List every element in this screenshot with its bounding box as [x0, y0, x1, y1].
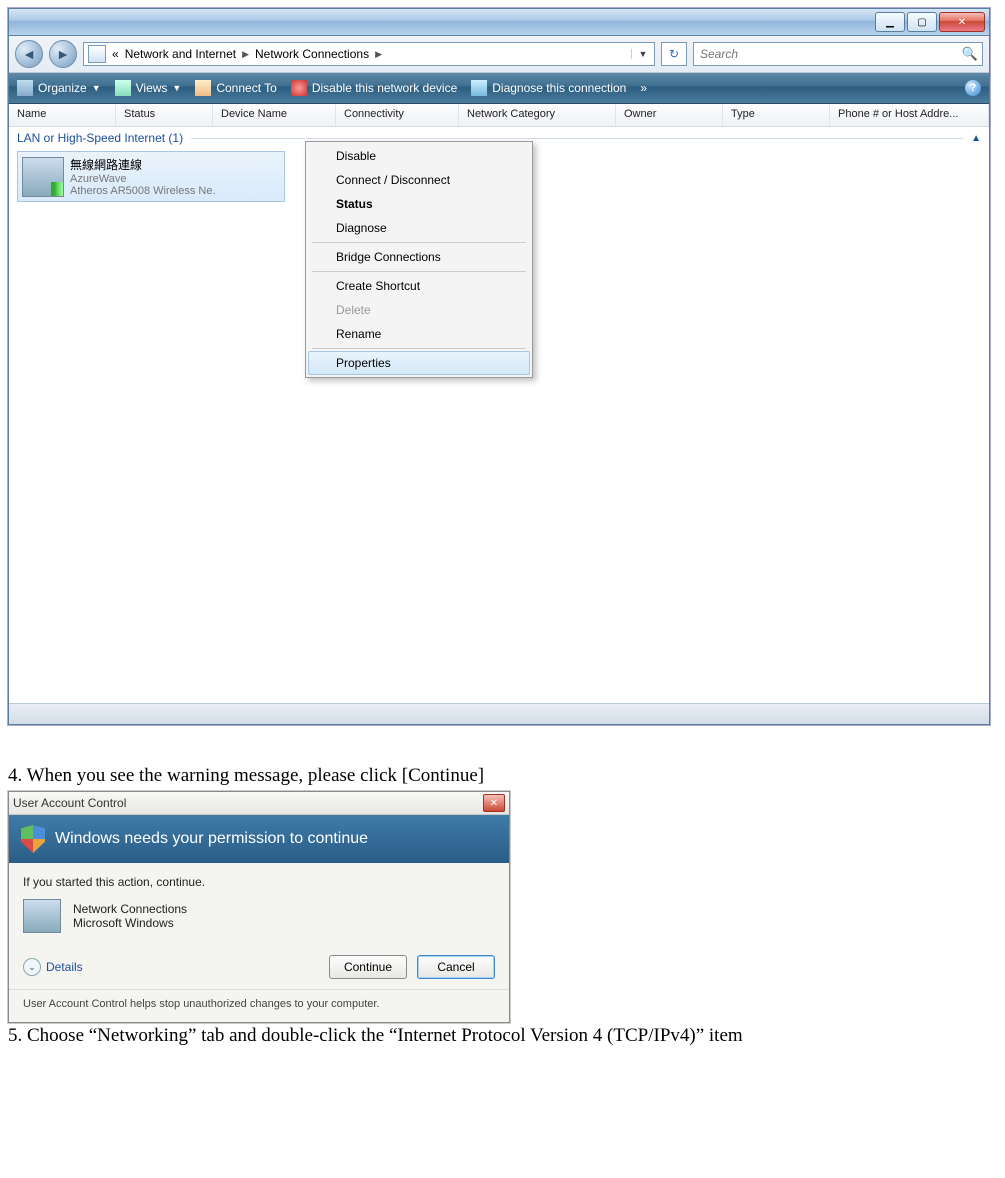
uac-banner-text: Windows needs your permission to continu…	[55, 830, 368, 848]
program-icon	[23, 899, 61, 933]
column-header[interactable]: Connectivity	[336, 104, 459, 126]
shield-icon	[21, 825, 45, 853]
cancel-button[interactable]: Cancel	[417, 955, 495, 979]
uac-titlebar: User Account Control ✕	[9, 792, 509, 815]
column-header[interactable]: Type	[723, 104, 830, 126]
search-icon[interactable]: 🔍	[962, 46, 978, 62]
views-icon	[115, 80, 131, 96]
views-menu[interactable]: Views ▼	[115, 80, 182, 96]
context-menu: Disable Connect / Disconnect Status Diag…	[305, 141, 533, 378]
location-icon	[88, 45, 106, 63]
disable-label: Disable this network device	[312, 81, 457, 95]
uac-footer: User Account Control helps stop unauthor…	[9, 989, 509, 1022]
ctx-connect-disconnect[interactable]: Connect / Disconnect	[308, 168, 530, 192]
back-button[interactable]: ◄	[15, 40, 43, 68]
titlebar: ▁ ▢ ✕	[9, 9, 989, 36]
organize-label: Organize	[38, 81, 87, 95]
ctx-separator	[312, 242, 526, 243]
chevron-right-icon[interactable]: ▶	[242, 49, 249, 60]
uac-program-name: Network Connections	[73, 902, 187, 916]
group-header-label: LAN or High-Speed Internet (1)	[17, 131, 183, 145]
ctx-disable[interactable]: Disable	[308, 144, 530, 168]
uac-details-toggle[interactable]: ⌄ Details	[23, 958, 83, 976]
uac-program-info: Network Connections Microsoft Windows	[23, 899, 495, 933]
address-bar[interactable]: « Network and Internet ▶ Network Connect…	[83, 42, 655, 66]
explorer-window: ▁ ▢ ✕ ◄ ► « Network and Internet ▶ Netwo…	[8, 8, 990, 725]
uac-instruction: If you started this action, continue.	[23, 875, 495, 889]
refresh-button[interactable]: ↻	[661, 42, 687, 66]
overflow-label: »	[640, 81, 647, 95]
connection-item[interactable]: 無線網路連線 AzureWave Atheros AR5008 Wireless…	[17, 151, 285, 202]
connect-icon	[195, 80, 211, 96]
ctx-create-shortcut[interactable]: Create Shortcut	[308, 274, 530, 298]
minimize-button[interactable]: ▁	[875, 12, 905, 32]
group-divider	[191, 138, 963, 139]
instruction-step-5: 5. Choose “Networking” tab and double-cl…	[8, 1025, 997, 1047]
continue-button[interactable]: Continue	[329, 955, 407, 979]
disable-device-button[interactable]: Disable this network device	[291, 80, 457, 96]
diagnose-icon	[471, 80, 487, 96]
chevron-down-icon: ⌄	[23, 958, 41, 976]
breadcrumb-item[interactable]: Network Connections	[255, 47, 369, 61]
address-dropdown-icon[interactable]: ▼	[631, 49, 650, 59]
connect-to-button[interactable]: Connect To	[195, 80, 277, 96]
uac-button-row: ⌄ Details Continue Cancel	[9, 945, 509, 989]
chevron-down-icon: ▼	[92, 83, 101, 93]
command-bar: Organize ▼ Views ▼ Connect To Disable th…	[9, 73, 989, 104]
column-header[interactable]: Network Category	[459, 104, 616, 126]
uac-dialog: User Account Control ✕ Windows needs you…	[8, 791, 510, 1023]
wireless-adapter-icon	[22, 157, 64, 197]
disable-icon	[291, 80, 307, 96]
chevron-right-icon[interactable]: ▶	[375, 49, 382, 60]
ctx-diagnose[interactable]: Diagnose	[308, 216, 530, 240]
connection-text: 無線網路連線 AzureWave Atheros AR5008 Wireless…	[70, 156, 216, 197]
connection-network: AzureWave	[70, 173, 216, 185]
ctx-properties[interactable]: Properties	[308, 351, 530, 375]
close-button[interactable]: ✕	[939, 12, 985, 32]
search-input[interactable]	[698, 46, 942, 62]
uac-body: If you started this action, continue. Ne…	[9, 863, 509, 945]
breadcrumb-item[interactable]: Network and Internet	[125, 47, 236, 61]
ctx-separator	[312, 271, 526, 272]
maximize-button[interactable]: ▢	[907, 12, 937, 32]
forward-button[interactable]: ►	[49, 40, 77, 68]
search-box[interactable]: 🔍	[693, 42, 983, 66]
ctx-delete: Delete	[308, 298, 530, 322]
content-area: LAN or High-Speed Internet (1) ▲ 無線網路連線 …	[9, 127, 989, 703]
breadcrumb-prefix: «	[112, 47, 119, 61]
uac-close-button[interactable]: ✕	[483, 794, 505, 812]
ctx-status[interactable]: Status	[308, 192, 530, 216]
status-bar	[9, 703, 989, 724]
connection-name: 無線網路連線	[70, 156, 216, 173]
ctx-separator	[312, 348, 526, 349]
overflow-button[interactable]: »	[640, 81, 647, 95]
diagnose-button[interactable]: Diagnose this connection	[471, 80, 626, 96]
column-header[interactable]: Status	[116, 104, 213, 126]
cancel-label: Cancel	[437, 960, 474, 974]
ctx-bridge[interactable]: Bridge Connections	[308, 245, 530, 269]
column-headers: Name Status Device Name Connectivity Net…	[9, 104, 989, 127]
organize-menu[interactable]: Organize ▼	[17, 80, 101, 96]
continue-label: Continue	[344, 960, 392, 974]
uac-title: User Account Control	[13, 796, 126, 810]
chevron-down-icon: ▼	[172, 83, 181, 93]
ctx-rename[interactable]: Rename	[308, 322, 530, 346]
column-header[interactable]: Phone # or Host Addre...	[830, 104, 989, 126]
diagnose-label: Diagnose this connection	[492, 81, 626, 95]
column-header[interactable]: Name	[9, 104, 116, 126]
help-button[interactable]: ?	[965, 80, 981, 96]
chevron-up-icon[interactable]: ▲	[971, 133, 981, 144]
uac-banner: Windows needs your permission to continu…	[9, 815, 509, 863]
uac-details-label: Details	[46, 960, 83, 974]
connect-to-label: Connect To	[216, 81, 277, 95]
address-row: ◄ ► « Network and Internet ▶ Network Con…	[9, 36, 989, 73]
column-header[interactable]: Device Name	[213, 104, 336, 126]
views-label: Views	[136, 81, 168, 95]
connection-device: Atheros AR5008 Wireless Ne.	[70, 185, 216, 197]
organize-icon	[17, 80, 33, 96]
uac-program-vendor: Microsoft Windows	[73, 916, 187, 930]
instruction-step-4: 4. When you see the warning message, ple…	[8, 765, 997, 787]
column-header[interactable]: Owner	[616, 104, 723, 126]
